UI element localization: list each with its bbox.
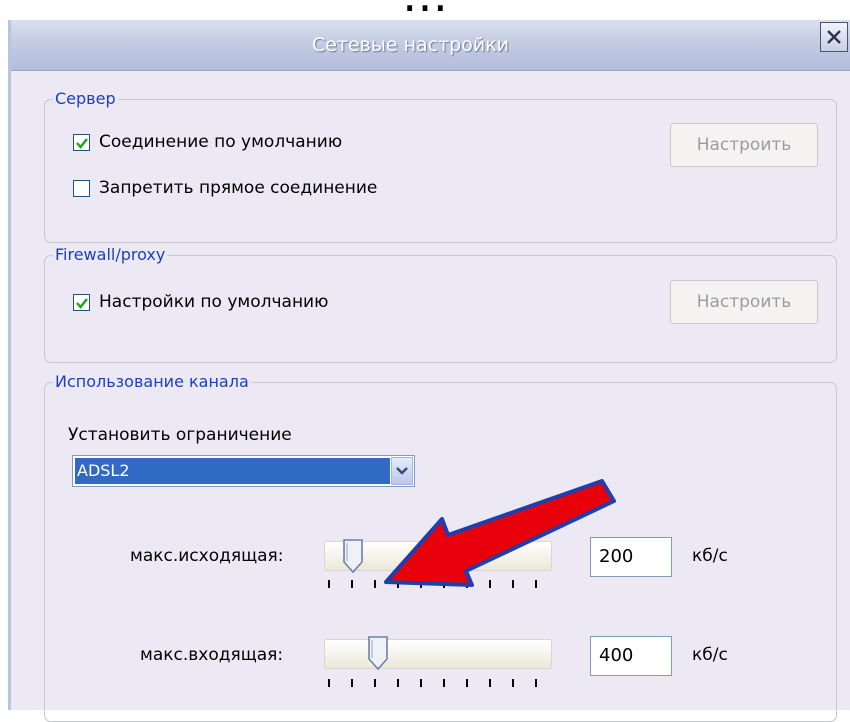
download-slider-ticks [328,679,548,689]
download-slider-thumb[interactable] [367,635,389,671]
forbid-direct-checkbox[interactable] [73,179,90,197]
download-label: макс.входящая: [140,645,284,665]
upload-slider-thumb[interactable] [342,538,364,574]
firewall-legend: Firewall/proxy [53,245,168,265]
default-settings-checkbox[interactable] [73,293,90,311]
limit-select-value: ADSL2 [75,458,390,484]
download-slider[interactable] [324,639,552,669]
default-connection-option[interactable]: Соединение по умолчанию [73,132,342,152]
window-title: Сетевые настройки [311,34,510,56]
forbid-direct-option[interactable]: Запретить прямое соединение [73,178,377,198]
checkmark-icon [76,137,88,149]
limit-select[interactable]: ADSL2 [72,455,415,487]
default-settings-label: Настройки по умолчанию [99,292,329,312]
server-configure-button[interactable]: Настроить [670,123,818,167]
download-value-field[interactable]: 400 [590,636,672,676]
default-connection-checkbox[interactable] [73,133,90,151]
channel-legend: Использование канала [53,372,251,392]
close-button[interactable] [820,22,848,52]
default-connection-label: Соединение по умолчанию [99,132,343,152]
annotation-arrow-icon [384,479,616,587]
server-group: Сервер Соединение по умолчанию Запретить… [44,89,837,243]
download-unit: кб/с [692,645,728,665]
forbid-direct-label: Запретить прямое соединение [99,178,378,198]
server-legend: Сервер [53,89,118,109]
slide-title-fragment: … [0,0,850,20]
upload-unit: кб/с [692,546,728,566]
default-settings-option[interactable]: Настройки по умолчанию [73,292,328,312]
limit-label: Установить ограничение [68,425,292,445]
firewall-configure-button[interactable]: Настроить [670,280,818,324]
network-settings-dialog: Сетевые настройки Сервер Соединение по у… [8,20,850,722]
title-bar[interactable]: Сетевые настройки [11,20,850,71]
checkmark-icon [76,297,88,309]
upload-label: макс.исходящая: [130,546,284,566]
close-icon [827,30,841,44]
firewall-group: Firewall/proxy Настройки по умолчанию На… [44,245,837,363]
